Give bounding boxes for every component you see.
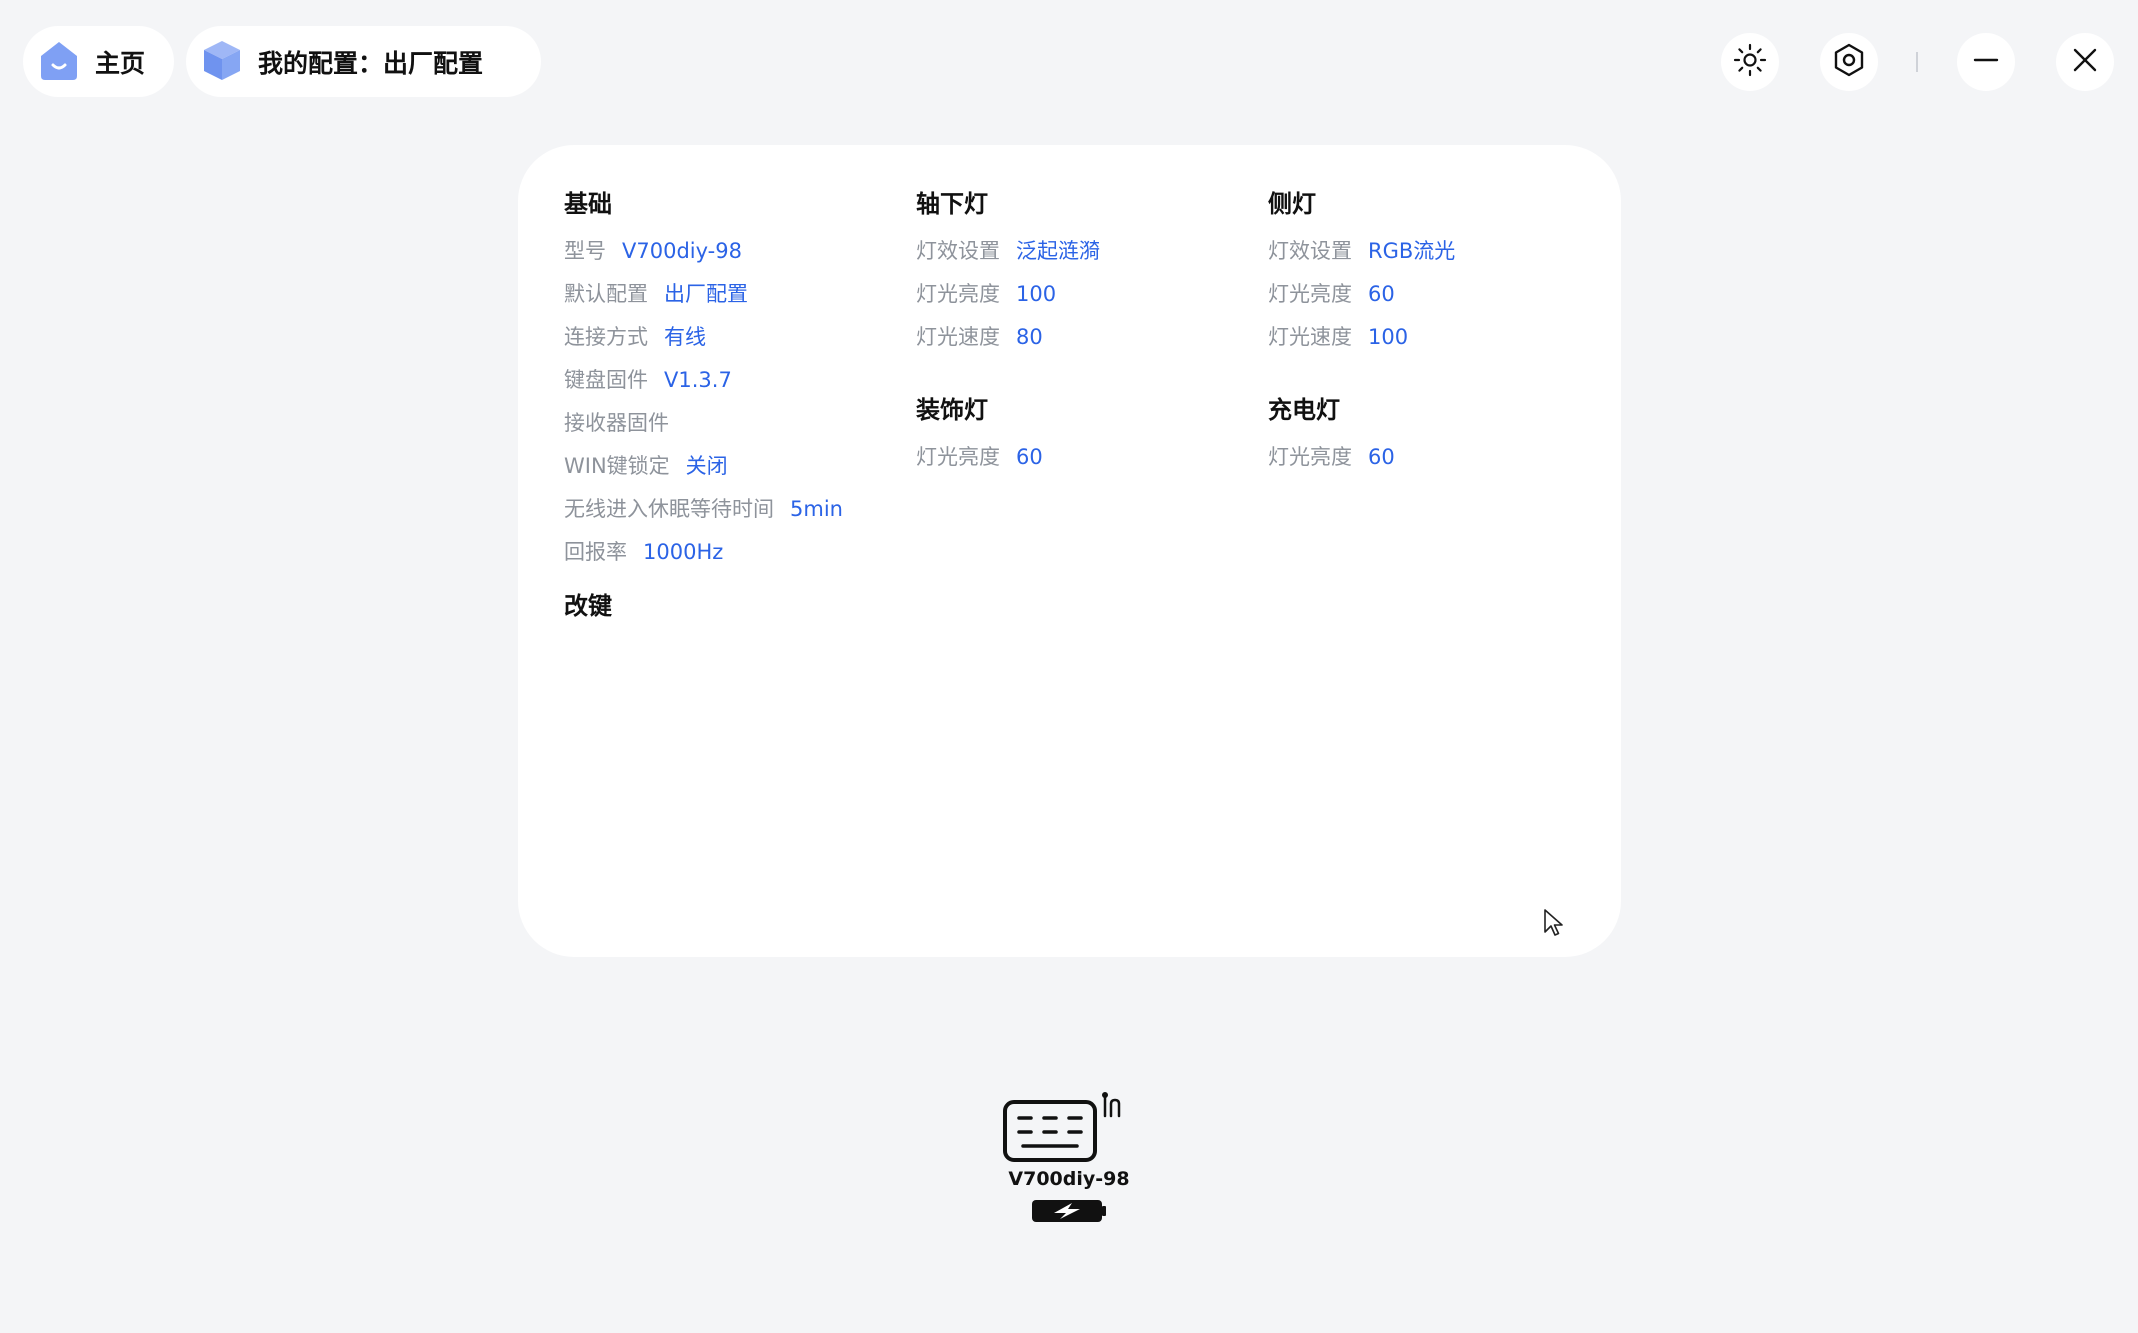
row-value: 60 — [1368, 445, 1395, 469]
config-tab[interactable]: 我的配置：出厂配置 — [186, 26, 541, 97]
row-value: 有线 — [664, 325, 706, 349]
home-icon — [37, 38, 81, 86]
row-value: 60 — [1368, 282, 1395, 306]
decor-light-row-brightness: 灯光亮度 60 — [916, 444, 1100, 487]
mouse-cursor-icon — [1543, 908, 1565, 942]
keyboard-wired-icon — [1001, 1092, 1137, 1166]
config-summary-card: 基础 型号 V700diy-98 默认配置 出厂配置 连接方式 有线 键盘固件 V1.3… — [518, 145, 1621, 957]
row-value: 60 — [1016, 445, 1043, 469]
row-label: 连接方式 — [564, 325, 648, 349]
row-value: 100 — [1368, 325, 1409, 349]
decor-light-section-title: 装饰灯 — [916, 396, 988, 424]
basic-row-polling-rate: 回报率 1000Hz — [564, 539, 843, 582]
battery-charging-icon — [1030, 1198, 1108, 1228]
row-value: RGB流光 — [1368, 239, 1456, 263]
row-label: 回报率 — [564, 540, 627, 564]
row-label: 灯光亮度 — [1268, 445, 1352, 469]
basic-row-model: 型号 V700diy-98 — [564, 238, 843, 281]
basic-row-receiver-firmware: 接收器固件 — [564, 410, 843, 453]
basic-section-title: 基础 — [564, 190, 612, 218]
row-value: 80 — [1016, 325, 1043, 349]
close-icon — [2072, 47, 2098, 77]
row-label: WIN键锁定 — [564, 454, 670, 478]
device-name: V700diy-98 — [1008, 1168, 1130, 1190]
home-label: 主页 — [95, 48, 146, 78]
basic-row-keyboard-firmware: 键盘固件 V1.3.7 — [564, 367, 843, 410]
row-label: 型号 — [564, 239, 606, 263]
side-light-column: 侧灯 灯效设置 RGB流光 灯光亮度 60 灯光速度 100 充电灯 灯光亮度 60 — [1268, 189, 1455, 487]
row-label: 灯效设置 — [916, 239, 1000, 263]
row-value: 5min — [790, 497, 843, 521]
basic-row-connection: 连接方式 有线 — [564, 324, 843, 367]
basic-row-sleep-time: 无线进入休眠等待时间 5min — [564, 496, 843, 539]
row-value: 1000Hz — [643, 540, 724, 564]
row-label: 灯效设置 — [1268, 239, 1352, 263]
side-light-row-speed: 灯光速度 100 — [1268, 324, 1455, 367]
row-label: 键盘固件 — [564, 368, 648, 392]
close-button[interactable] — [2056, 33, 2114, 91]
minus-icon — [1972, 46, 2000, 78]
side-light-row-effect: 灯效设置 RGB流光 — [1268, 238, 1455, 281]
home-tab[interactable]: 主页 — [23, 26, 174, 97]
row-label: 接收器固件 — [564, 411, 669, 435]
cube-icon — [200, 38, 244, 86]
side-light-row-brightness: 灯光亮度 60 — [1268, 281, 1455, 324]
row-label: 灯光亮度 — [916, 445, 1000, 469]
basic-row-win-lock: WIN键锁定 关闭 — [564, 453, 843, 496]
basic-row-default-config: 默认配置 出厂配置 — [564, 281, 843, 324]
remap-section-title: 改键 — [564, 592, 612, 620]
config-label: 我的配置：出厂配置 — [258, 48, 484, 78]
under-light-section-title: 轴下灯 — [916, 190, 988, 218]
row-value: V700diy-98 — [622, 239, 742, 263]
charge-light-row-brightness: 灯光亮度 60 — [1268, 444, 1455, 487]
row-label: 灯光速度 — [1268, 325, 1352, 349]
charge-light-section-title: 充电灯 — [1268, 396, 1340, 424]
under-light-row-effect: 灯效设置 泛起涟漪 — [916, 238, 1100, 281]
device-panel[interactable]: V700diy-98 — [0, 1090, 2138, 1228]
sun-icon — [1733, 43, 1767, 81]
row-value: 100 — [1016, 282, 1057, 306]
row-label: 默认配置 — [564, 282, 648, 306]
basic-column: 基础 型号 V700diy-98 默认配置 出厂配置 连接方式 有线 键盘固件 V1.3… — [564, 189, 843, 640]
under-light-row-speed: 灯光速度 80 — [916, 324, 1100, 367]
settings-button[interactable] — [1820, 33, 1878, 91]
row-label: 灯光亮度 — [916, 282, 1000, 306]
row-value: V1.3.7 — [664, 368, 732, 392]
row-value: 泛起涟漪 — [1016, 239, 1100, 263]
minimize-button[interactable] — [1957, 33, 2015, 91]
under-light-row-brightness: 灯光亮度 100 — [916, 281, 1100, 324]
theme-button[interactable] — [1721, 33, 1779, 91]
row-value: 关闭 — [685, 454, 728, 478]
row-value: 出厂配置 — [664, 282, 748, 306]
under-light-column: 轴下灯 灯效设置 泛起涟漪 灯光亮度 100 灯光速度 80 装饰灯 灯光亮度 60 — [916, 189, 1100, 487]
controls-divider — [1916, 52, 1918, 72]
row-label: 无线进入休眠等待时间 — [564, 497, 774, 521]
row-label: 灯光亮度 — [1268, 282, 1352, 306]
hexagon-gear-icon — [1831, 42, 1867, 82]
row-label: 灯光速度 — [916, 325, 1000, 349]
side-light-section-title: 侧灯 — [1268, 190, 1316, 218]
